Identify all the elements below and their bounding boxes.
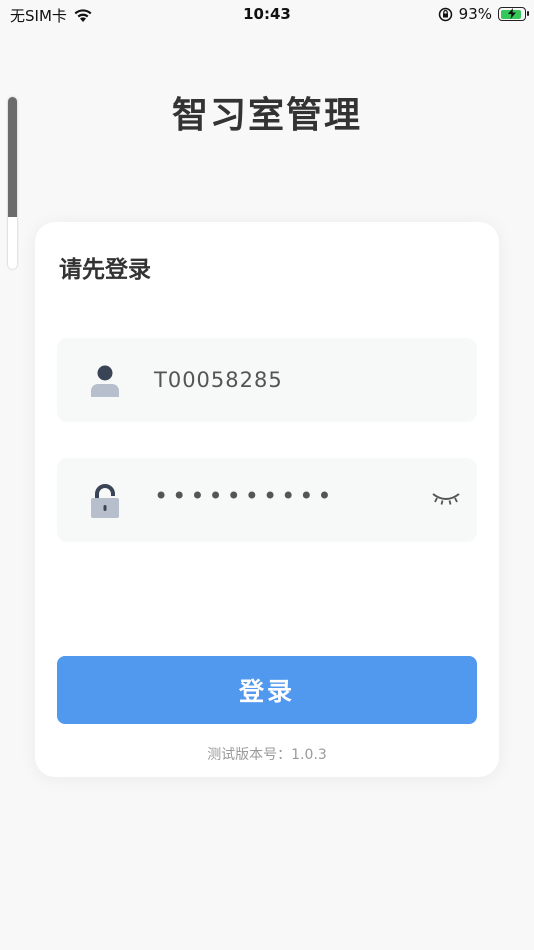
password-value: •••••••••• <box>154 482 336 510</box>
version-label: 测试版本号：1.0.3 <box>207 747 327 763</box>
app-title: 智习室管理 <box>171 95 362 136</box>
username-field[interactable]: T00058285 <box>57 338 477 422</box>
user-icon <box>89 364 121 398</box>
login-card: 请先登录 T00058285 •••••••••• 登录 测试版本号：1.0.3 <box>35 222 499 777</box>
eye-closed-icon[interactable] <box>431 490 461 506</box>
password-field[interactable]: •••••••••• <box>57 458 477 542</box>
lock-icon <box>89 484 121 518</box>
battery-percent: 93% <box>458 5 492 23</box>
status-right: 93% <box>438 5 529 23</box>
username-value: T00058285 <box>154 368 283 392</box>
card-title: 请先登录 <box>59 257 151 283</box>
battery-charging-icon <box>498 7 529 21</box>
login-screen: 无SIM卡 10:43 93% 智习室管理 请先登录 T00058285 •••… <box>0 0 534 950</box>
status-bar: 无SIM卡 10:43 93% <box>0 0 534 30</box>
login-button[interactable]: 登录 <box>57 656 477 724</box>
orientation-lock-icon <box>438 7 452 21</box>
